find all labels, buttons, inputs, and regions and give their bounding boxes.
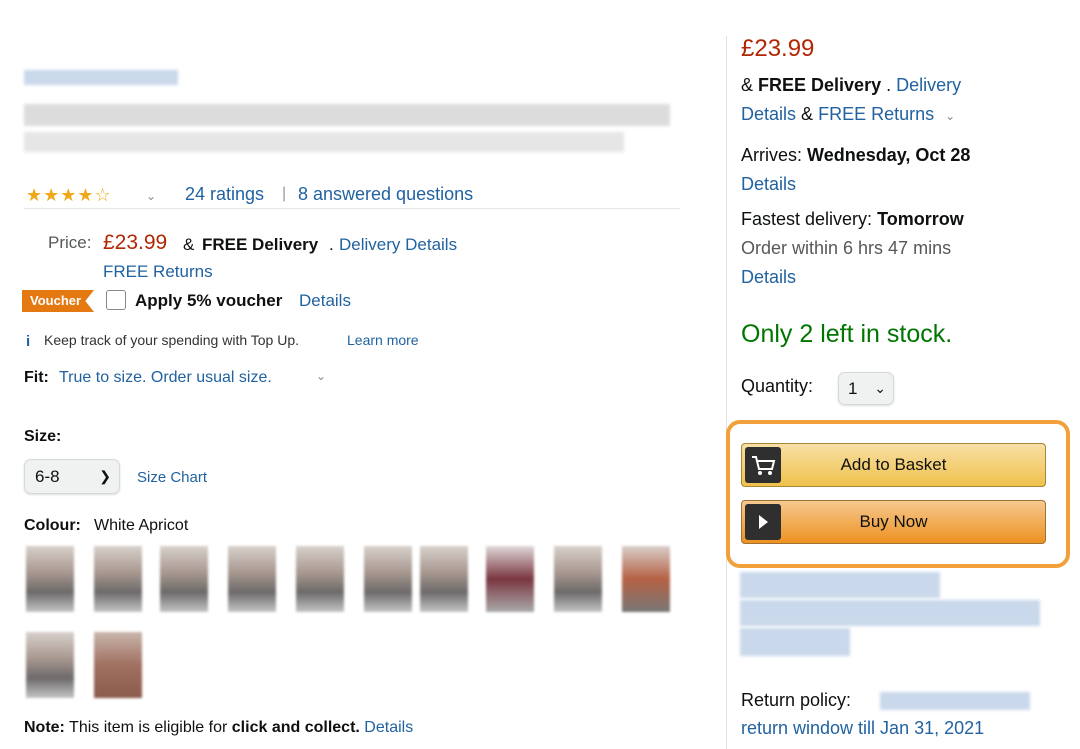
dot-text: . — [886, 75, 892, 95]
details-link[interactable]: Details — [741, 104, 796, 124]
colour-swatch[interactable] — [160, 546, 208, 612]
return-window-link[interactable]: return window till Jan 31, 2021 — [741, 718, 984, 739]
fit-label: Fit: — [24, 369, 49, 386]
note-details-link[interactable]: Details — [364, 719, 413, 736]
dot-text: . — [329, 235, 334, 254]
colour-swatch[interactable] — [296, 546, 344, 612]
order-within-text: Order within 6 hrs 47 mins — [741, 238, 952, 258]
answered-questions-link[interactable]: 8 answered questions — [298, 184, 473, 205]
voucher-badge: Voucher — [22, 290, 94, 312]
price-label: Price: — [48, 233, 92, 252]
blurred-seller-info — [740, 628, 850, 656]
arrives-line: Arrives: Wednesday, Oct 28 — [741, 145, 970, 166]
info-icon: i — [26, 333, 31, 350]
voucher-details-link[interactable]: Details — [299, 291, 351, 311]
blurred-title-line-1 — [24, 104, 670, 126]
amp-text: & — [741, 75, 754, 95]
arrives-date: Wednesday, Oct 28 — [807, 145, 971, 165]
fit-link[interactable]: True to size. Order usual size. — [59, 369, 272, 387]
colour-swatch[interactable] — [26, 546, 74, 612]
chevron-down-icon[interactable]: ⌄ — [316, 369, 326, 383]
fastest-line: Fastest delivery: Tomorrow — [741, 209, 964, 230]
price-value: £23.99 — [103, 231, 168, 254]
size-chart-link[interactable]: Size Chart — [137, 469, 207, 486]
voucher-checkbox[interactable] — [106, 290, 126, 310]
in-stock-status: Only 2 left in stock. — [741, 320, 953, 348]
note-bold-text: click and collect. — [231, 719, 360, 736]
blurred-title-line-2 — [24, 132, 624, 152]
divider — [24, 208, 680, 209]
buy-now-label: Buy Now — [859, 512, 928, 531]
note-line: Note: This item is eligible for click an… — [24, 719, 413, 737]
quantity-label: Quantity: — [741, 376, 814, 396]
arrives-details-link[interactable]: Details — [741, 174, 796, 195]
note-label: Note: — [24, 719, 65, 736]
colour-swatch[interactable] — [486, 546, 534, 612]
size-label: Size: — [24, 428, 62, 445]
delivery-link[interactable]: Delivery — [896, 75, 961, 95]
buybox-price: £23.99 — [741, 35, 815, 62]
fastest-label: Fastest delivery: — [741, 209, 873, 229]
buybox-returns-line: Details & FREE Returns ⌄ — [741, 104, 955, 125]
free-returns-link[interactable]: FREE Returns — [103, 262, 213, 282]
chevron-down-icon: ⌄ — [874, 380, 886, 396]
learn-more-link[interactable]: Learn more — [347, 332, 419, 348]
star-rating-icon[interactable]: ★★★★☆ — [26, 185, 112, 206]
blurred-seller-info — [740, 600, 1040, 626]
quantity-select[interactable]: 1 ⌄ — [838, 372, 894, 405]
play-icon — [745, 504, 781, 540]
return-policy-label: Return policy: — [741, 690, 852, 710]
quantity-value: 1 — [848, 379, 858, 398]
fastest-details-link[interactable]: Details — [741, 267, 796, 288]
free-returns-link[interactable]: FREE Returns — [818, 104, 934, 124]
colour-swatch[interactable] — [622, 546, 670, 612]
blurred-seller-info — [740, 572, 940, 598]
chevron-down-icon: ❯ — [99, 468, 111, 484]
note-text: This item is eligible for — [69, 719, 228, 736]
colour-swatch[interactable] — [364, 546, 412, 612]
voucher-text: Apply 5% voucher — [135, 291, 283, 310]
ratings-link[interactable]: 24 ratings — [185, 184, 264, 205]
arrives-label: Arrives: — [741, 145, 803, 165]
chevron-down-icon[interactable]: ⌄ — [146, 189, 156, 203]
free-delivery-text: FREE Delivery — [758, 75, 882, 95]
blurred-breadcrumb — [24, 70, 178, 85]
colour-swatch[interactable] — [94, 546, 142, 612]
free-delivery-text: FREE Delivery — [202, 235, 319, 254]
chevron-down-icon[interactable]: ⌄ — [945, 109, 955, 123]
add-to-basket-label: Add to Basket — [840, 455, 947, 474]
amp-text: & — [801, 104, 814, 124]
colour-swatch[interactable] — [26, 632, 74, 698]
colour-swatch[interactable] — [554, 546, 602, 612]
add-to-basket-button[interactable]: Add to Basket — [741, 443, 1046, 487]
buy-now-button[interactable]: Buy Now — [741, 500, 1046, 544]
topup-text: Keep track of your spending with Top Up. — [44, 332, 300, 348]
fastest-value: Tomorrow — [877, 209, 964, 229]
ratings-separator: | — [282, 185, 287, 202]
colour-swatch[interactable] — [420, 546, 468, 612]
size-select-value: 6-8 — [35, 467, 60, 486]
blurred-return-policy-value — [880, 692, 1030, 710]
colour-label: Colour: — [24, 517, 81, 534]
size-select[interactable]: 6-8 ❯ — [24, 459, 120, 494]
cart-icon — [745, 447, 781, 483]
buybox-delivery-line: & FREE Delivery . Delivery — [741, 75, 961, 96]
colour-swatch[interactable] — [94, 632, 142, 698]
amp-text: & — [183, 235, 195, 254]
colour-value: White Apricot — [94, 517, 189, 534]
colour-swatch[interactable] — [228, 546, 276, 612]
delivery-details-link[interactable]: Delivery Details — [339, 235, 457, 255]
